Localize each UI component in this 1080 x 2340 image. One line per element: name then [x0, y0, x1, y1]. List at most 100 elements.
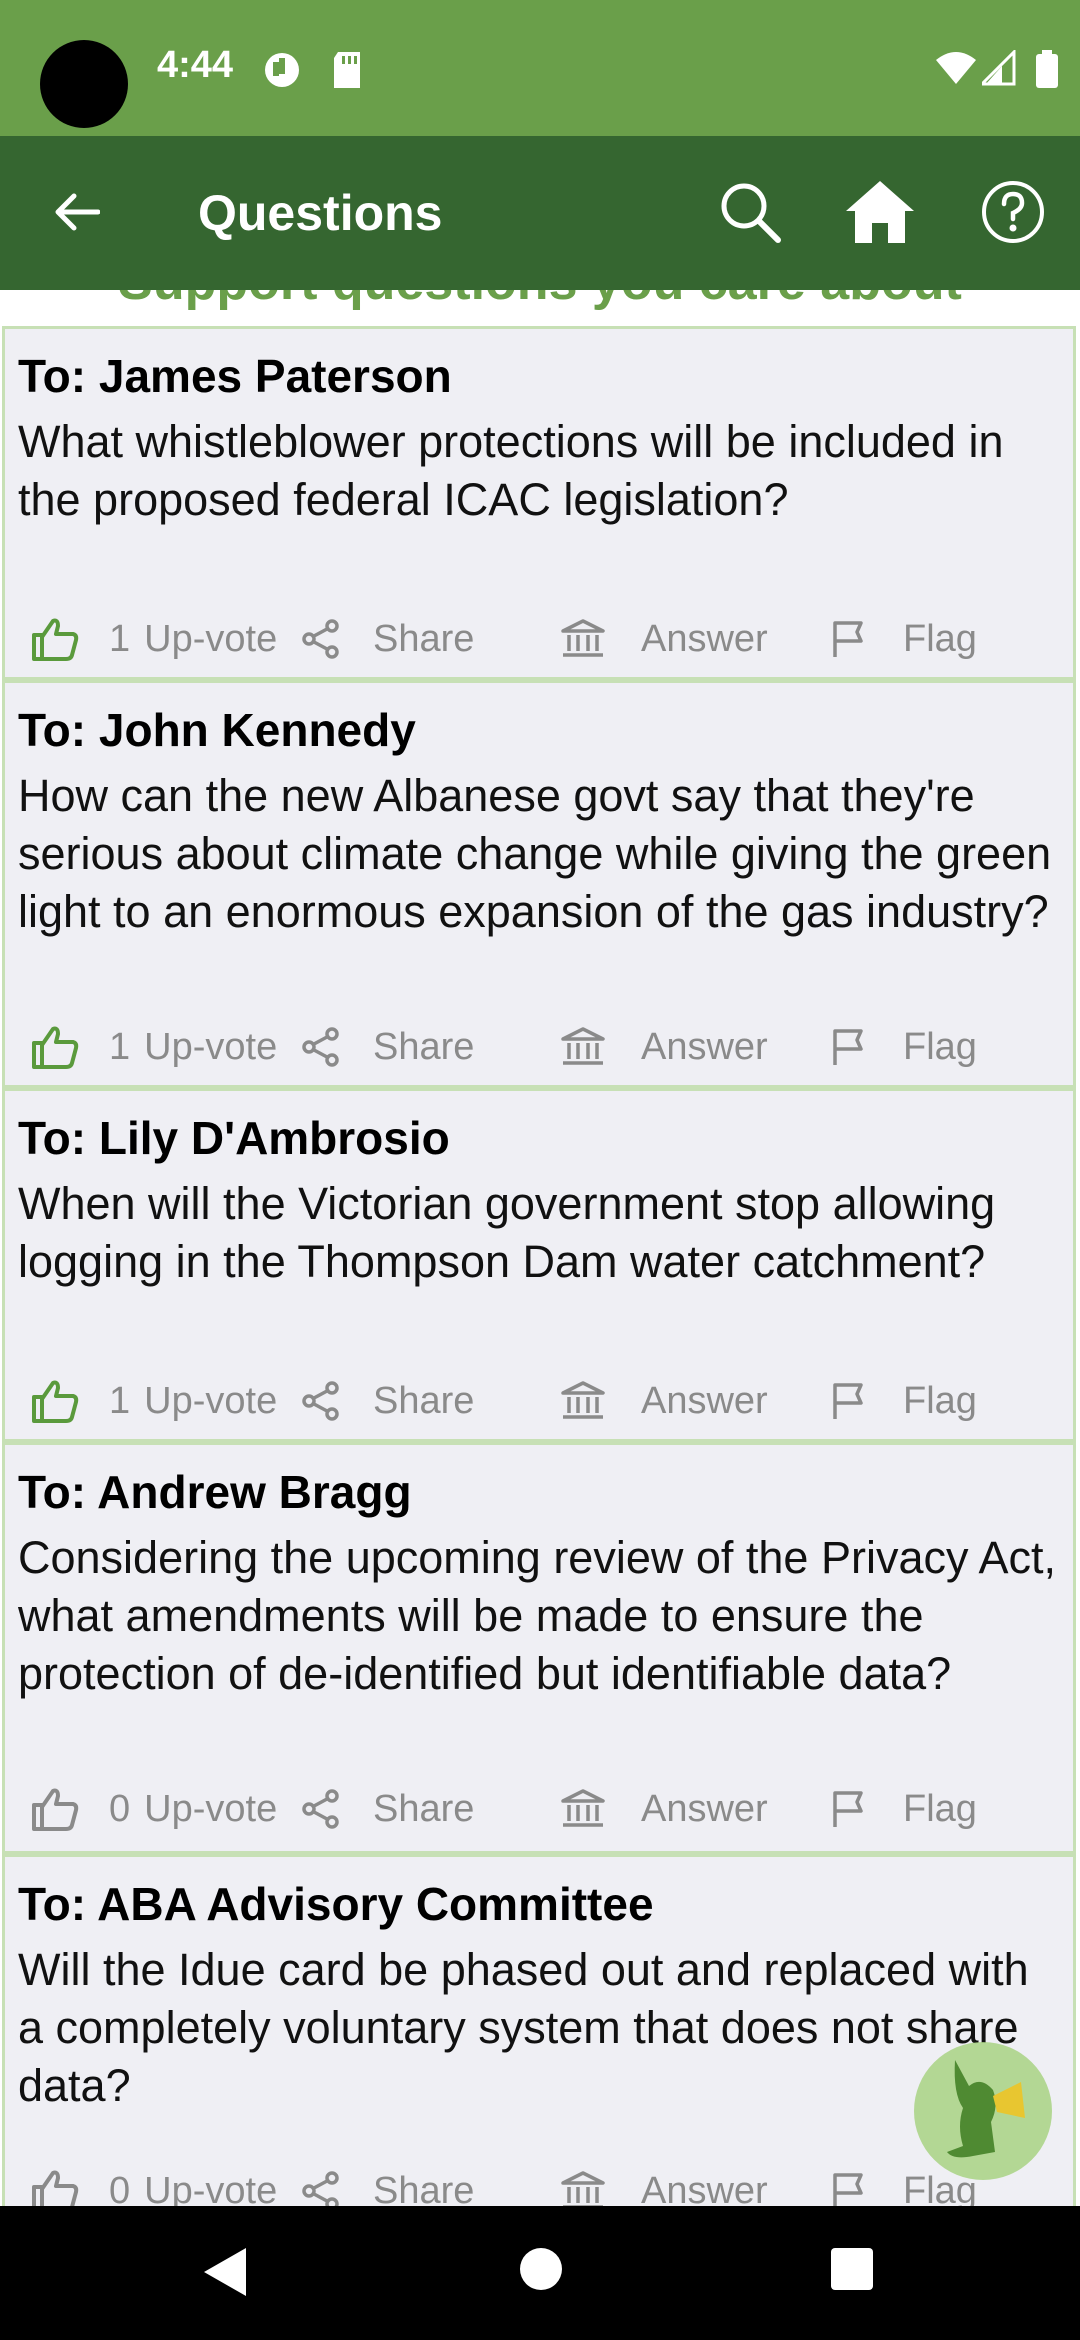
question-actions: 0 Up-vote Share Answer Flag [5, 2161, 1079, 2206]
status-time: 4:44 [157, 44, 234, 86]
upvote-count: 0 [109, 1787, 131, 1830]
question-actions: 0 Up-vote Share Answer Flag [5, 1779, 1079, 1839]
nav-home-icon[interactable] [518, 2246, 564, 2292]
answer-button[interactable]: Answer [561, 609, 768, 669]
question-recipient: To: James Paterson [18, 350, 452, 402]
question-actions: 1 Up-vote Share Answer Flag [5, 1017, 1079, 1077]
nav-back-icon[interactable] [202, 2246, 248, 2298]
app-bar: Questions [0, 136, 1080, 290]
status-bar: 4:44 [0, 0, 1080, 136]
thumbs-up-icon [32, 618, 79, 661]
upvote-count: 1 [109, 1379, 131, 1422]
support-banner: Support questions you care about [0, 290, 1080, 312]
share-button[interactable]: Share [301, 1779, 474, 1839]
signal-icon [982, 50, 1016, 86]
share-label: Share [373, 2169, 475, 2207]
help-button[interactable] [973, 172, 1053, 252]
thumbs-up-icon [32, 1788, 79, 1831]
share-label: Share [373, 1787, 475, 1830]
flag-button[interactable]: Flag [831, 1017, 977, 1077]
question-card[interactable]: To: James Paterson What whistleblower pr… [2, 326, 1076, 680]
question-card[interactable]: To: Lily D'Ambrosio When will the Victor… [2, 1088, 1076, 1442]
question-card[interactable]: To: Andrew Bragg Considering the upcomin… [2, 1442, 1076, 1854]
upvote-count: 1 [109, 617, 131, 660]
question-text[interactable]: Will the Idue card be phased out and rep… [18, 1941, 1058, 2115]
question-recipient: To: ABA Advisory Committee [18, 1878, 654, 1930]
share-icon [302, 619, 339, 659]
answer-label: Answer [641, 1787, 768, 1830]
home-button[interactable] [840, 172, 920, 252]
question-card[interactable]: To: ABA Advisory Committee Will the Idue… [2, 1854, 1076, 2206]
institution-icon [561, 1027, 605, 1065]
question-text[interactable]: What whistleblower protections will be i… [18, 413, 1058, 529]
upvote-label: Up-vote [144, 617, 278, 660]
share-button[interactable]: Share [301, 1017, 474, 1077]
institution-icon [561, 1789, 605, 1827]
question-recipient: To: Lily D'Ambrosio [18, 1112, 450, 1164]
help-icon [982, 181, 1044, 243]
question-text[interactable]: Considering the upcoming review of the P… [18, 1529, 1058, 1703]
system-nav-bar [0, 2206, 1080, 2340]
share-icon [302, 2171, 339, 2206]
answer-label: Answer [641, 617, 768, 660]
upvote-label: Up-vote [144, 1379, 278, 1422]
share-button[interactable]: Share [301, 2161, 474, 2206]
question-recipient: To: John Kennedy [18, 704, 416, 756]
arrow-back-icon [55, 193, 100, 231]
upvote-label: Up-vote [144, 1025, 278, 1068]
flag-label: Flag [903, 1787, 977, 1830]
flag-icon [833, 1383, 863, 1419]
sd-card-icon [334, 52, 360, 88]
share-icon [302, 1381, 339, 1421]
upvote-count: 1 [109, 1025, 131, 1068]
flag-button[interactable]: Flag [831, 609, 977, 669]
question-actions: 1 Up-vote Share Answer Flag [5, 1371, 1079, 1431]
flag-icon [833, 621, 863, 657]
page-title: Questions [198, 185, 443, 241]
answer-label: Answer [641, 1025, 768, 1068]
question-text[interactable]: How can the new Albanese govt say that t… [18, 767, 1058, 941]
upvote-button[interactable]: 1 Up-vote [31, 1371, 277, 1431]
search-button[interactable] [710, 172, 790, 252]
upvote-button[interactable]: 0 Up-vote [31, 2161, 277, 2206]
share-button[interactable]: Share [301, 1371, 474, 1431]
flag-icon [833, 1791, 863, 1827]
answer-button[interactable]: Answer [561, 1371, 768, 1431]
upvote-count: 0 [109, 2169, 131, 2207]
flag-button[interactable]: Flag [831, 1779, 977, 1839]
search-icon [721, 183, 781, 243]
upvote-label: Up-vote [144, 1787, 278, 1830]
upvote-button[interactable]: 0 Up-vote [31, 1779, 277, 1839]
upvote-button[interactable]: 1 Up-vote [31, 609, 277, 669]
home-icon [846, 181, 914, 243]
upvote-label: Up-vote [144, 2169, 278, 2207]
share-label: Share [373, 1025, 475, 1068]
camera-cutout [40, 40, 128, 128]
share-button[interactable]: Share [301, 609, 474, 669]
answer-label: Answer [641, 1379, 768, 1422]
question-text[interactable]: When will the Victorian government stop … [18, 1175, 1058, 1291]
institution-icon [561, 1381, 605, 1419]
question-card[interactable]: To: John Kennedy How can the new Albanes… [2, 680, 1076, 1088]
thumbs-up-icon [32, 2170, 79, 2206]
answer-label: Answer [641, 2169, 768, 2207]
flag-label: Flag [903, 1379, 977, 1422]
back-button[interactable] [36, 172, 116, 252]
thumbs-up-icon [32, 1026, 79, 1069]
nav-recents-icon[interactable] [829, 2246, 875, 2292]
question-actions: 1 Up-vote Share Answer Flag [5, 609, 1079, 669]
flag-button[interactable]: Flag [831, 1371, 977, 1431]
question-recipient: To: Andrew Bragg [18, 1466, 412, 1518]
data-saver-icon [265, 53, 299, 87]
flag-label: Flag [903, 617, 977, 660]
question-list[interactable]: Support questions you care about To: Jam… [0, 290, 1080, 2206]
institution-icon [561, 619, 605, 657]
share-label: Share [373, 617, 475, 660]
answer-button[interactable]: Answer [561, 1017, 768, 1077]
kangaroo-fab[interactable] [914, 2042, 1052, 2180]
answer-button[interactable]: Answer [561, 2161, 768, 2206]
flag-label: Flag [903, 1025, 977, 1068]
share-label: Share [373, 1379, 475, 1422]
answer-button[interactable]: Answer [561, 1779, 768, 1839]
upvote-button[interactable]: 1 Up-vote [31, 1017, 277, 1077]
